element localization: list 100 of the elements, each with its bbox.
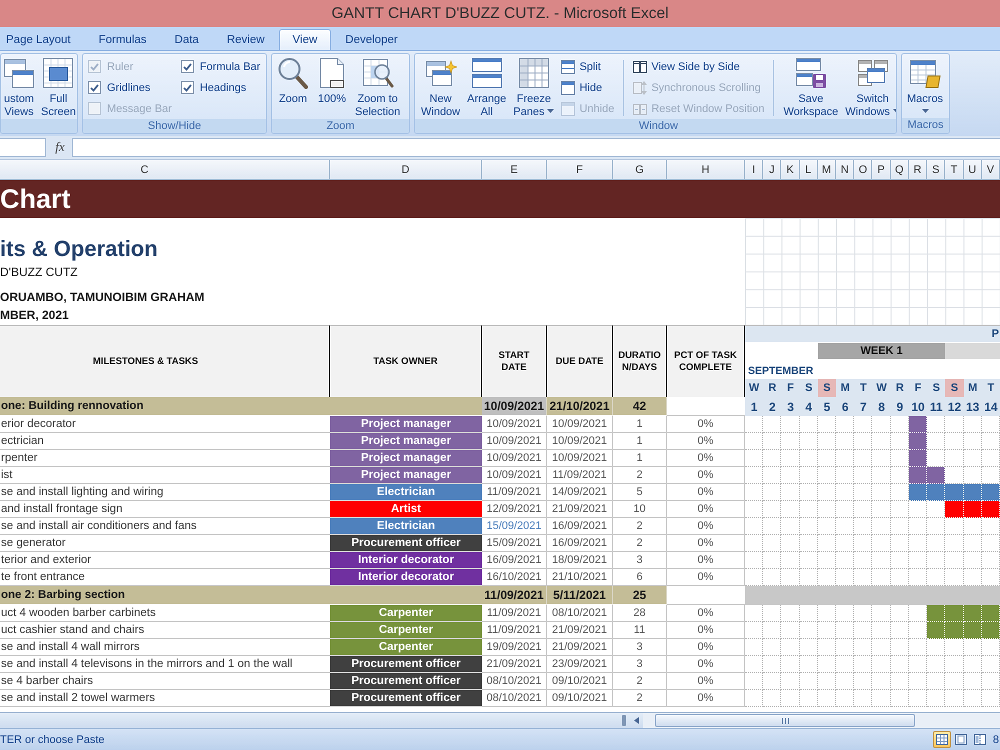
date-cell: 10/09/2021 <box>482 397 547 416</box>
column-header: S <box>927 160 946 180</box>
duration-cell: 2 <box>613 518 667 535</box>
ribbon-button[interactable]: Hide <box>559 77 616 98</box>
formula-input[interactable] <box>72 138 1000 156</box>
ribbon-tab[interactable]: Review <box>212 29 279 50</box>
date-cell: 11/09/2021 <box>482 586 547 605</box>
task-name: terior and exterior <box>0 552 330 569</box>
percent-cell: 0% <box>667 484 745 501</box>
column-header: K <box>781 160 800 180</box>
view-button[interactable] <box>932 731 951 748</box>
duration-cell: 3 <box>613 639 667 656</box>
column-header: R <box>908 160 928 180</box>
date-cell: 10/09/2021 <box>547 416 613 433</box>
task-name: se and install air conditioners and fans <box>0 518 330 535</box>
date-cell: 10/09/2021 <box>482 416 547 433</box>
task-name: se and install 4 wall mirrors <box>0 639 330 656</box>
ribbon-button[interactable]: Zoom to Selection <box>353 56 402 119</box>
duration-cell: 42 <box>613 397 667 416</box>
date-cell: 09/10/2021 <box>547 673 613 690</box>
dropdown-button[interactable]: Switch Windows <box>843 56 896 119</box>
full-screen-icon <box>42 57 74 89</box>
task-name: se and install 4 televisons in the mirrors and 1 on the wall <box>0 656 330 673</box>
checkbox-label[interactable]: Formula Bar <box>200 60 260 72</box>
day-number: 13 <box>964 397 982 416</box>
save-workspace-icon <box>794 57 827 89</box>
day-number: 7 <box>854 397 872 416</box>
date-cell: 09/10/2021 <box>547 690 613 707</box>
ribbon-button[interactable]: Split <box>559 56 616 77</box>
owner-tag: Artist <box>330 501 482 518</box>
tick-icon <box>90 62 99 70</box>
task-name: uct cashier stand and chairs <box>0 622 330 639</box>
day-number: 9 <box>890 397 909 416</box>
ribbon-tab[interactable]: Data <box>160 29 213 50</box>
dropdown-button[interactable]: Freeze Panes <box>511 56 556 119</box>
ribbon-button[interactable]: New Window <box>419 56 462 119</box>
week-band: WEEK 1 <box>818 343 946 359</box>
info-line: ORUAMBO, TAMUNOIBIM GRAHAM <box>0 289 204 306</box>
ribbon-button[interactable]: View Side by Side <box>631 56 766 77</box>
day-letter: T <box>854 379 872 397</box>
owner-tag: Project manager <box>330 433 482 450</box>
checkbox[interactable] <box>180 60 194 73</box>
day-number: 14 <box>982 397 1000 416</box>
split-window-icon <box>561 60 576 74</box>
column-heading: MILESTONES & TASKS <box>0 325 330 397</box>
duration-cell: 25 <box>613 586 667 605</box>
date-cell: 5/11/2021 <box>547 586 613 605</box>
date-cell: 08/10/2021 <box>482 690 547 707</box>
ribbon-button[interactable]: 100% <box>314 56 350 106</box>
grip-icon <box>782 718 788 724</box>
owner-tag: Procurement officer <box>330 673 482 690</box>
day-number: 11 <box>927 397 946 416</box>
owner-tag: Project manager <box>330 416 482 433</box>
duration-cell: 3 <box>613 656 667 673</box>
column-heading: DUE DATE <box>547 325 613 397</box>
ribbon-tab[interactable]: View <box>278 29 332 50</box>
owner-tag: Carpenter <box>330 622 482 639</box>
tick-icon <box>182 62 192 70</box>
ribbon-button[interactable]: Save Workspace <box>781 56 840 119</box>
milestone-name: one 2: Barbing section <box>0 586 482 605</box>
scrollbar-thumb[interactable] <box>655 714 915 727</box>
group-label: Macros <box>902 118 949 133</box>
stacked-windows-icon <box>3 57 35 89</box>
checkbox-label[interactable]: Headings <box>200 82 246 94</box>
ribbon-button[interactable]: Arrange All <box>465 56 508 119</box>
task-name: rpenter <box>0 450 330 467</box>
page-view-icon <box>954 734 967 745</box>
switch-windows-icon <box>856 57 889 89</box>
split-handle[interactable] <box>622 715 626 726</box>
checkbox-label[interactable]: Gridlines <box>107 82 150 94</box>
checkbox[interactable] <box>88 81 101 94</box>
tick-icon <box>90 84 99 92</box>
day-number: 2 <box>763 397 782 416</box>
grid-view-icon <box>936 734 948 745</box>
timeline-heading: P <box>745 326 1000 342</box>
ribbon-tab[interactable]: Formulas <box>84 29 161 50</box>
owner-tag: Procurement officer <box>330 535 482 552</box>
insert-function-button[interactable]: fx <box>53 139 67 155</box>
ribbon-button[interactable]: Zoom <box>275 56 311 106</box>
percent-cell: 0% <box>667 450 745 467</box>
day-letter: S <box>800 379 818 397</box>
task-name: uct 4 wooden barber carbinets <box>0 605 330 622</box>
column-header: I <box>745 160 764 180</box>
group-divider <box>623 60 624 116</box>
checkbox[interactable] <box>180 81 194 94</box>
dropdown-button[interactable]: Macros <box>905 56 946 113</box>
owner-tag: Electrician <box>330 518 482 535</box>
magnifier-icon <box>277 57 309 89</box>
ribbon-tab[interactable]: Page Layout <box>0 29 85 50</box>
ribbon-tab[interactable]: Developer <box>331 29 412 50</box>
task-name: ectrician <box>0 433 330 450</box>
tick-icon <box>182 84 192 92</box>
page-break-icon <box>974 734 986 745</box>
date-cell: 21/09/2021 <box>547 622 613 639</box>
column-header: E <box>482 160 547 180</box>
ribbon-button[interactable]: Full Screen <box>39 56 77 119</box>
ribbon-button[interactable]: ustom Views <box>1 56 37 119</box>
milestone-name: one: Building rennovation <box>0 397 482 416</box>
duration-cell: 11 <box>613 622 667 639</box>
owner-tag: Carpenter <box>330 639 482 656</box>
